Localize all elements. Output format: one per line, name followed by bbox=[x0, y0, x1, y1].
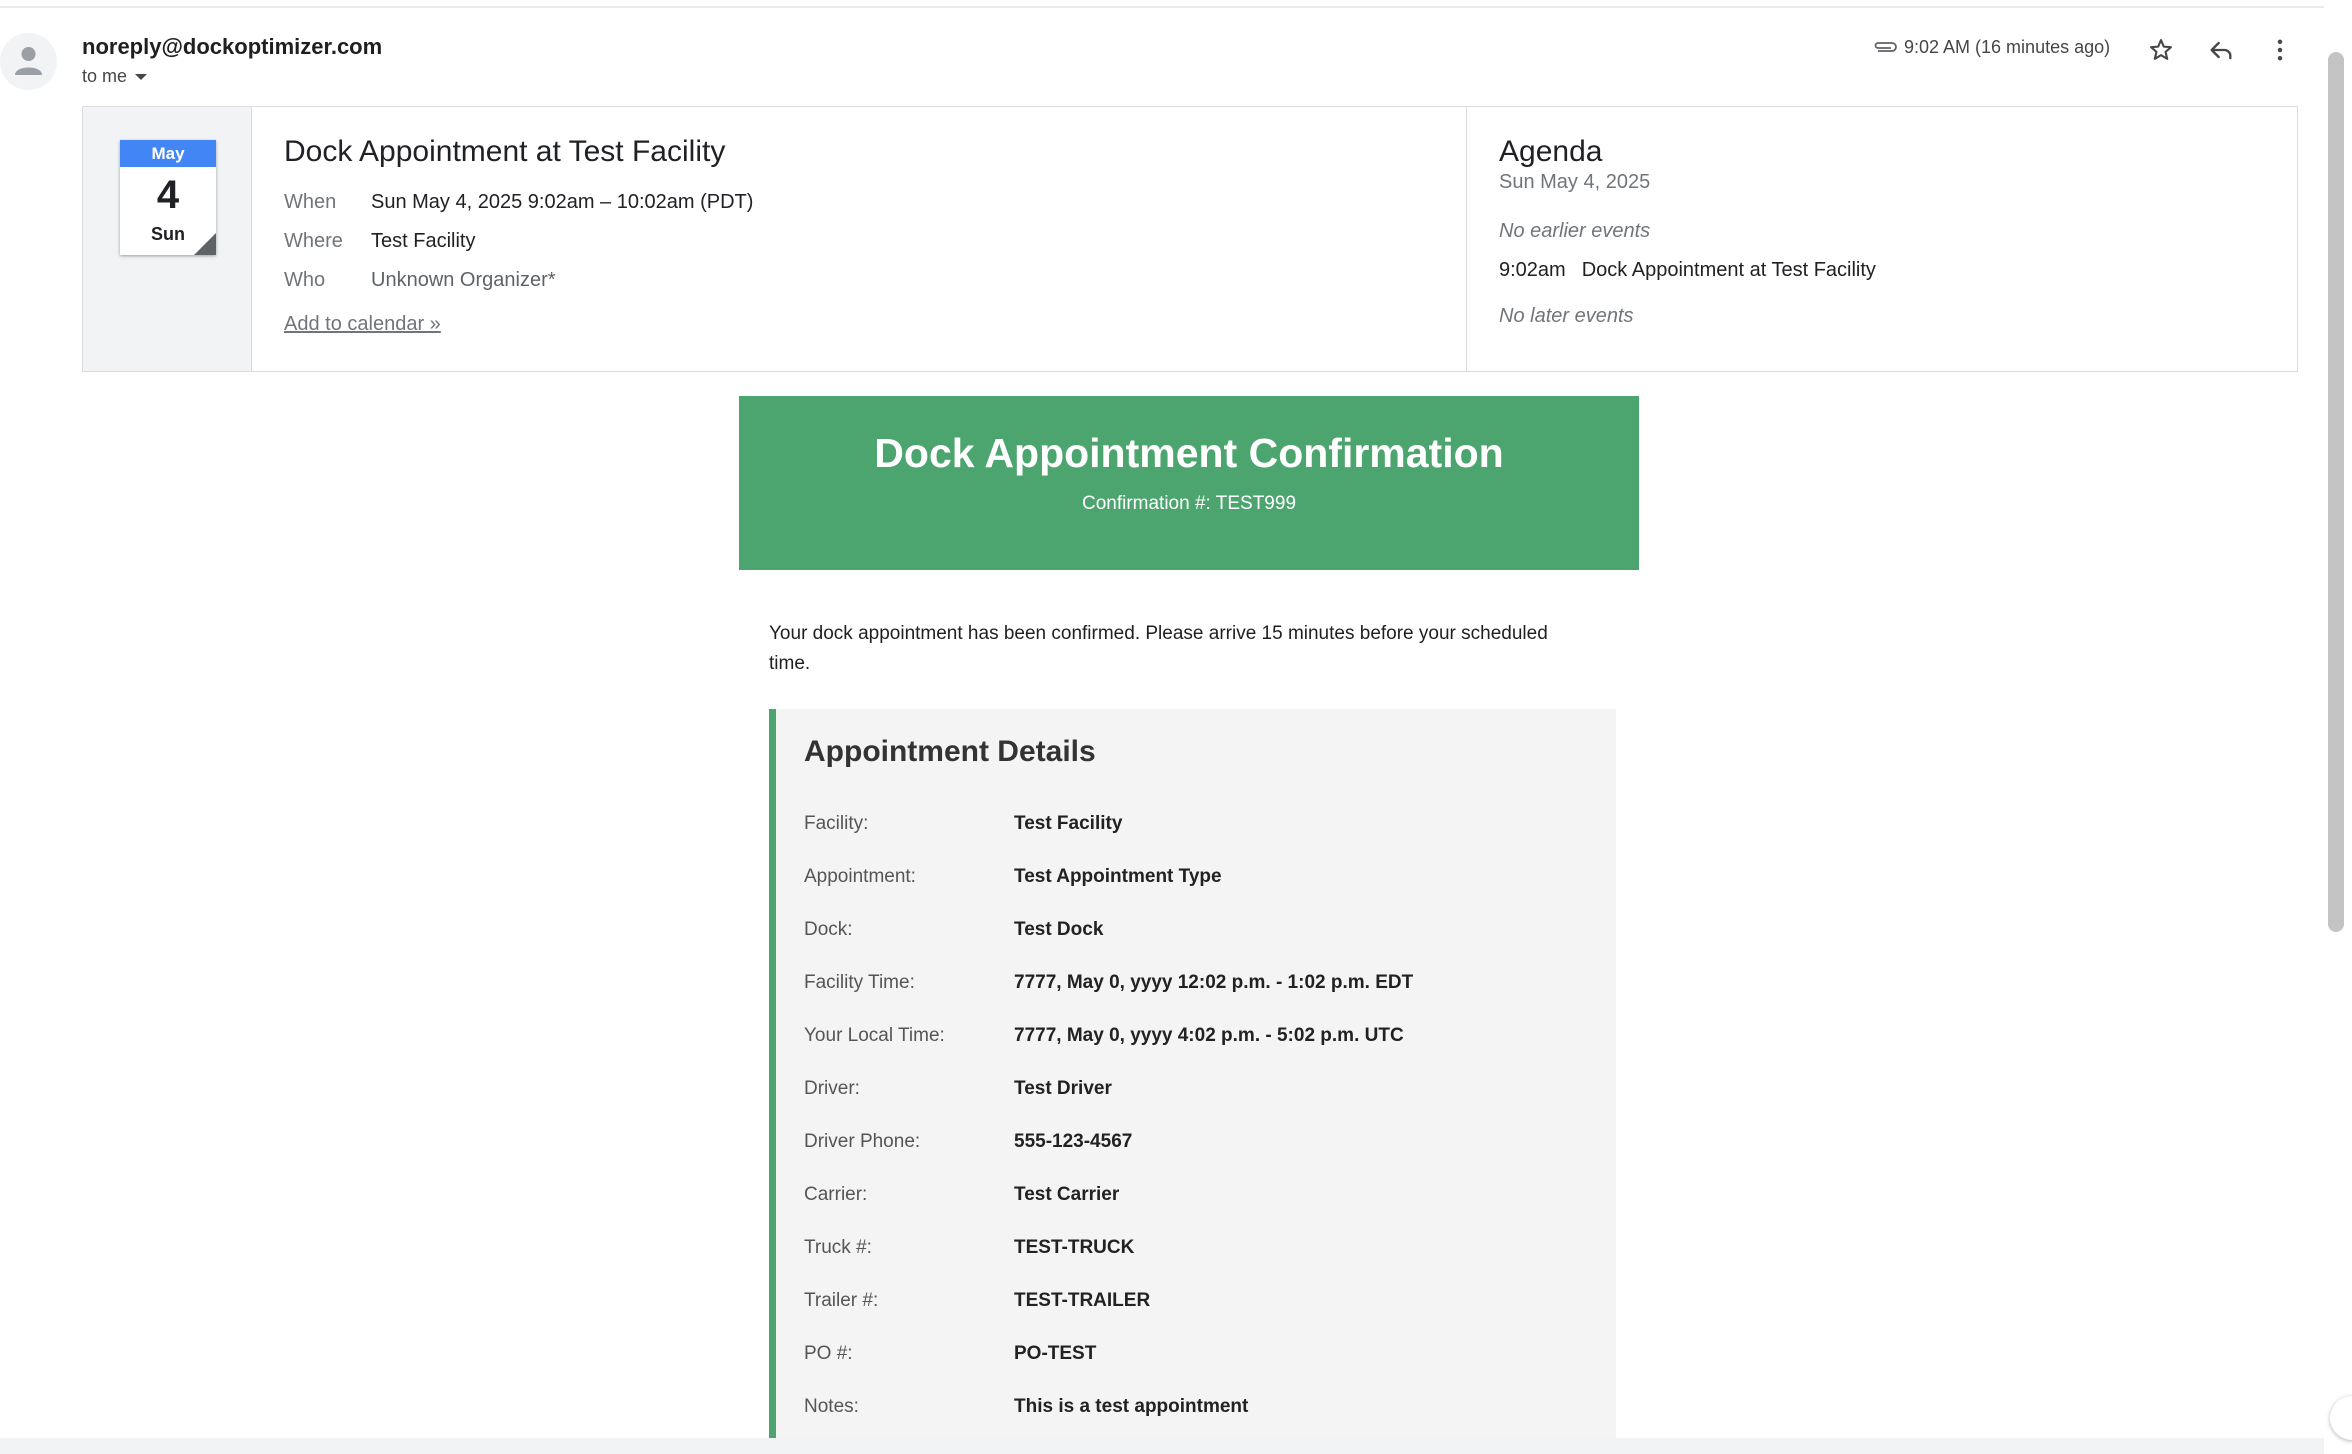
scrollbar-thumb[interactable] bbox=[2328, 52, 2344, 932]
detail-value: Test Driver bbox=[1014, 1078, 1112, 1099]
detail-label: Facility Time: bbox=[804, 972, 915, 993]
detail-label: Truck #: bbox=[804, 1237, 872, 1258]
detail-label: PO #: bbox=[804, 1343, 853, 1364]
agenda-event-time: 9:02am bbox=[1499, 259, 1566, 281]
detail-row-facility: Facility: Test Facility bbox=[804, 813, 1122, 835]
confirmation-banner: Dock Appointment Confirmation Confirmati… bbox=[739, 396, 1639, 570]
detail-row-notes: Notes: This is a test appointment bbox=[804, 1396, 1248, 1418]
message-meta: 9:02 AM (16 minutes ago) bbox=[1872, 37, 2110, 59]
detail-row-driver: Driver: Test Driver bbox=[804, 1078, 1112, 1100]
confirmation-number: Confirmation #: TEST999 bbox=[1081, 493, 1297, 514]
bottom-bar bbox=[0, 1438, 2324, 1454]
top-divider bbox=[0, 6, 2324, 8]
detail-row-po: PO #: PO-TEST bbox=[804, 1343, 1096, 1365]
detail-row-appointment: Appointment: Test Appointment Type bbox=[804, 866, 1222, 888]
attachment-icon bbox=[1872, 38, 1898, 59]
when-label: When bbox=[284, 191, 337, 213]
detail-value: Test Appointment Type bbox=[1014, 866, 1222, 887]
calendar-divider bbox=[1466, 107, 1467, 371]
detail-value: PO-TEST bbox=[1014, 1343, 1097, 1364]
detail-value: Test Facility bbox=[1014, 813, 1123, 834]
calendar-day: 4 bbox=[156, 173, 180, 217]
event-title: Dock Appointment at Test Facility bbox=[284, 135, 726, 168]
agenda-no-earlier: No earlier events bbox=[1499, 220, 1651, 242]
caret-down-icon bbox=[135, 74, 148, 81]
detail-value: 7777, May 0, yyyy 4:02 p.m. - 5:02 p.m. … bbox=[1014, 1025, 1404, 1046]
recipient-dropdown[interactable]: to me bbox=[82, 66, 148, 87]
calendar-month: May bbox=[120, 140, 216, 167]
agenda-event-title: Dock Appointment at Test Facility bbox=[1581, 259, 1876, 281]
event-when-row: When Sun May 4, 2025 9:02am – 10:02am (PD… bbox=[284, 191, 753, 214]
detail-row-driver-phone: Driver Phone: 555-123-4567 bbox=[804, 1131, 1132, 1153]
details-heading: Appointment Details bbox=[804, 735, 1096, 768]
detail-value: Test Dock bbox=[1014, 919, 1104, 940]
detail-value: 555-123-4567 bbox=[1014, 1131, 1133, 1152]
agenda-event[interactable]: 9:02am Dock Appointment at Test Facility bbox=[1499, 259, 1876, 282]
reply-icon[interactable] bbox=[2207, 36, 2235, 64]
detail-value: TEST-TRAILER bbox=[1014, 1290, 1151, 1311]
detail-label: Dock: bbox=[804, 919, 853, 940]
person-icon bbox=[15, 47, 42, 75]
detail-label: Your Local Time: bbox=[804, 1025, 945, 1046]
sender-email[interactable]: noreply@dockoptimizer.com bbox=[82, 34, 382, 60]
detail-value: TEST-TRUCK bbox=[1014, 1237, 1135, 1258]
when-value: Sun May 4, 2025 9:02am – 10:02am (PDT) bbox=[371, 191, 754, 213]
page-fold-icon bbox=[194, 233, 216, 255]
detail-row-facility-time: Facility Time: 7777, May 0, yyyy 12:02 p.… bbox=[804, 972, 1413, 994]
detail-label: Notes: bbox=[804, 1396, 859, 1417]
event-where-row: Where Test Facility bbox=[284, 230, 475, 253]
where-label: Where bbox=[284, 230, 343, 252]
detail-label: Trailer #: bbox=[804, 1290, 879, 1311]
detail-row-truck: Truck #: TEST-TRUCK bbox=[804, 1237, 1134, 1259]
who-label: Who bbox=[284, 269, 326, 291]
intro-text: Your dock appointment has been confirmed… bbox=[769, 623, 1548, 674]
detail-row-dock: Dock: Test Dock bbox=[804, 919, 1103, 941]
detail-label: Driver Phone: bbox=[804, 1131, 921, 1152]
more-vert-icon[interactable] bbox=[2266, 36, 2294, 64]
banner-title: Dock Appointment Confirmation bbox=[874, 430, 1504, 476]
agenda-no-later: No later events bbox=[1499, 305, 1634, 327]
detail-row-carrier: Carrier: Test Carrier bbox=[804, 1184, 1119, 1206]
detail-label: Facility: bbox=[804, 813, 869, 834]
agenda-title: Agenda bbox=[1499, 135, 1603, 168]
who-value: Unknown Organizer* bbox=[371, 269, 556, 291]
sender-avatar[interactable] bbox=[0, 33, 57, 90]
detail-value: Test Carrier bbox=[1014, 1184, 1120, 1205]
detail-label: Carrier: bbox=[804, 1184, 868, 1205]
add-to-calendar-link[interactable]: Add to calendar » bbox=[284, 313, 441, 336]
detail-row-trailer: Trailer #: TEST-TRAILER bbox=[804, 1290, 1150, 1312]
calendar-date-icon: May 4 Sun bbox=[120, 140, 216, 255]
calendar-invite-card: May 4 Sun Dock Appointment at Test Facil… bbox=[82, 106, 2298, 372]
message-time: 9:02 AM (16 minutes ago) bbox=[1904, 37, 2111, 57]
calendar-date-panel: May 4 Sun bbox=[83, 107, 252, 371]
detail-label: Driver: bbox=[804, 1078, 860, 1099]
event-who-row: Who Unknown Organizer* bbox=[284, 269, 556, 292]
detail-value: 7777, May 0, yyyy 12:02 p.m. - 1:02 p.m.… bbox=[1014, 972, 1414, 993]
detail-label: Appointment: bbox=[804, 866, 916, 887]
star-icon[interactable] bbox=[2147, 36, 2175, 64]
detail-row-local-time: Your Local Time: 7777, May 0, yyyy 4:02 p… bbox=[804, 1025, 1404, 1047]
detail-value: This is a test appointment bbox=[1014, 1396, 1249, 1417]
appointment-details-box: Appointment Details Facility: Test Facili… bbox=[769, 709, 1616, 1454]
recipient-label: to me bbox=[82, 66, 128, 86]
agenda-date: Sun May 4, 2025 bbox=[1499, 171, 1651, 193]
where-value: Test Facility bbox=[371, 230, 476, 252]
